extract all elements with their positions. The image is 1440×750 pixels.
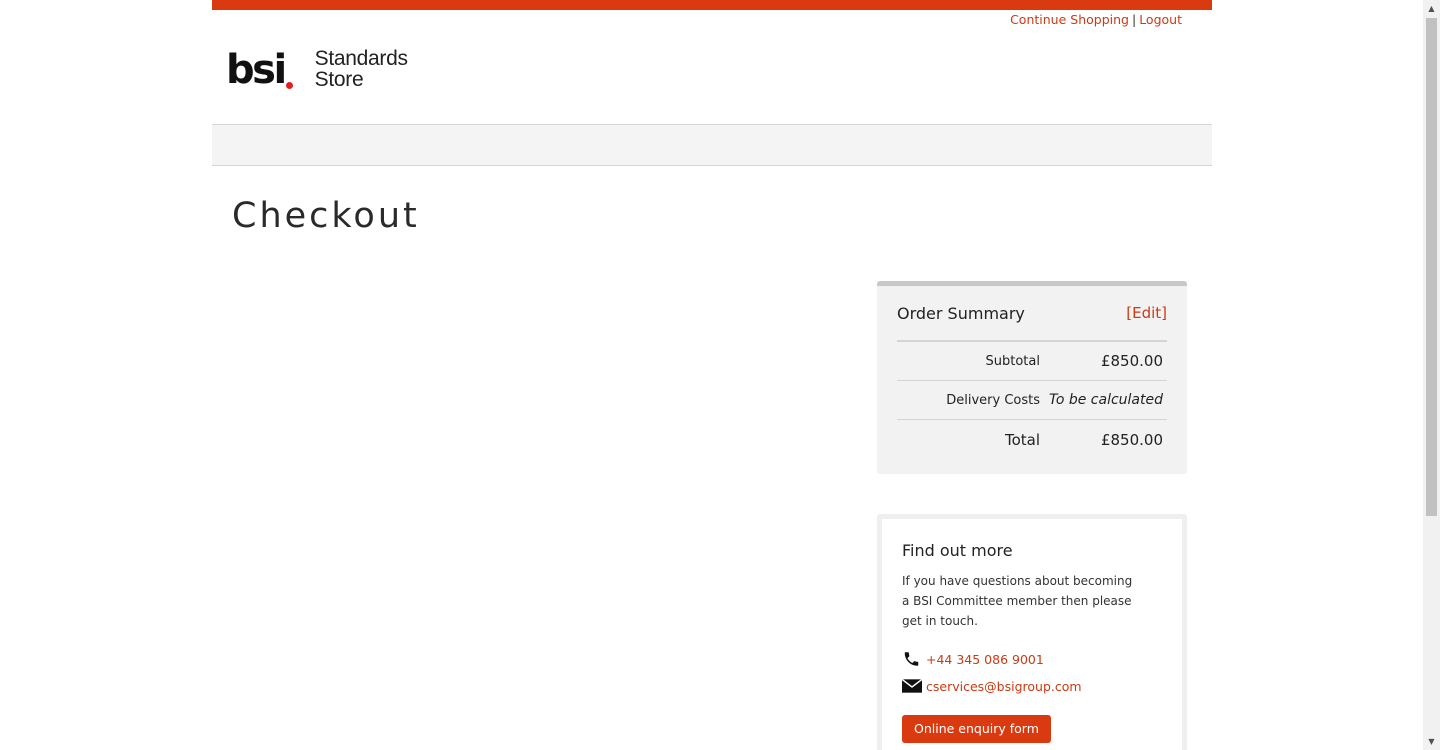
phone-contact: +44 345 086 9001 <box>902 650 1162 668</box>
find-out-more-panel: Find out more If you have questions abou… <box>877 514 1187 750</box>
delivery-costs-value: To be calculated <box>1049 392 1163 408</box>
page-container: Continue Shopping | Logout bsi Standards S… <box>212 0 1212 750</box>
top-accent-bar <box>212 0 1212 10</box>
online-enquiry-form-button[interactable]: Online enquiry form <box>902 715 1051 743</box>
summary-row-delivery: Delivery Costs To be calculated <box>897 381 1167 420</box>
total-label: Total <box>1004 430 1040 449</box>
top-links: Continue Shopping | Logout <box>1010 12 1182 27</box>
summary-row-subtotal: Subtotal £850.00 <box>897 342 1167 381</box>
subtotal-label: Subtotal <box>985 353 1040 369</box>
order-summary-panel: Order Summary [Edit] Subtotal £850.00 De… <box>877 281 1187 474</box>
top-links-separator: | <box>1131 12 1137 27</box>
page-title: Checkout <box>232 196 420 236</box>
scroll-up-arrow-icon[interactable]: ▲ <box>1423 0 1440 17</box>
envelope-icon <box>902 677 922 695</box>
email-link[interactable]: cservices@bsigroup.com <box>926 679 1082 694</box>
logo-line-1: Standards <box>314 47 408 70</box>
summary-row-total: Total £850.00 <box>897 420 1167 459</box>
scroll-down-arrow-icon[interactable]: ▼ <box>1423 733 1440 750</box>
find-out-more-title: Find out more <box>902 541 1013 560</box>
logo-line-2: Store <box>314 68 364 91</box>
edit-order-link[interactable]: [Edit] <box>1126 304 1167 322</box>
subtotal-value: £850.00 <box>1100 352 1163 370</box>
logo-wordmark: Standards Store <box>315 48 408 90</box>
logo-mark: bsi <box>226 47 287 93</box>
continue-shopping-link[interactable]: Continue Shopping <box>1010 12 1129 27</box>
order-summary-header: Order Summary [Edit] <box>897 286 1167 342</box>
bsi-standards-store-logo[interactable]: bsi Standards Store <box>226 48 408 94</box>
scrollbar-thumb[interactable] <box>1426 18 1437 516</box>
order-summary-title: Order Summary <box>897 303 1025 323</box>
total-value: £850.00 <box>1100 430 1163 449</box>
phone-link[interactable]: +44 345 086 9001 <box>926 652 1044 667</box>
email-contact: cservices@bsigroup.com <box>902 677 1162 695</box>
navigation-bar <box>212 124 1212 166</box>
logout-link[interactable]: Logout <box>1139 12 1182 27</box>
vertical-scrollbar[interactable]: ▲ ▼ <box>1423 0 1440 750</box>
delivery-costs-label: Delivery Costs <box>946 392 1040 408</box>
phone-icon <box>902 650 922 668</box>
logo-red-dot <box>285 82 293 89</box>
find-out-more-text: If you have questions about becoming a B… <box>902 574 1133 628</box>
